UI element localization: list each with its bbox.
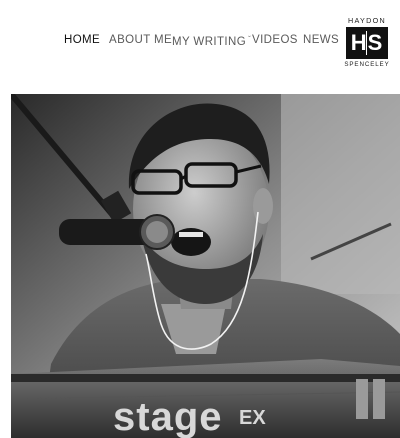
logo-initials: HS bbox=[350, 30, 384, 55]
microphone-icon bbox=[59, 214, 175, 250]
nav-videos[interactable]: VIDEOS bbox=[252, 31, 298, 49]
hero-photo: stage EX bbox=[11, 94, 400, 438]
nav-home[interactable]: HOME bbox=[64, 31, 100, 49]
nav-my-writing-label: MY WRITING bbox=[172, 36, 247, 48]
keyboard-brand-text: stage bbox=[113, 395, 223, 438]
logo-divider bbox=[366, 31, 367, 55]
keyboard-model-text: EX bbox=[239, 407, 266, 429]
logo-initials-box: HS bbox=[346, 27, 388, 59]
chevron-down-icon: ˇ bbox=[248, 35, 252, 44]
site-header: HOME ABOUT ME MY WRITING ˇ VIDEOS NEWS HA… bbox=[0, 0, 400, 86]
site-logo[interactable]: HAYDON HS SPENCELEY bbox=[344, 17, 390, 69]
nav-news[interactable]: NEWS bbox=[303, 31, 339, 49]
logo-top-text: HAYDON bbox=[347, 16, 387, 25]
nav-my-writing[interactable]: MY WRITING ˇ bbox=[172, 31, 251, 51]
hero-image: stage EX bbox=[11, 94, 400, 438]
nav-about-me[interactable]: ABOUT ME bbox=[109, 31, 172, 49]
logo-bottom-text: SPENCELEY bbox=[344, 61, 390, 68]
main-nav: HOME ABOUT ME MY WRITING ˇ VIDEOS NEWS bbox=[0, 31, 340, 49]
